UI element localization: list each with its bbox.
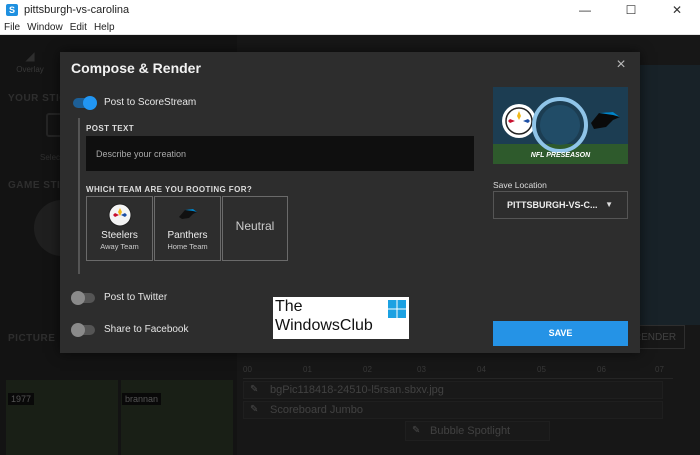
window-controls: — ☐ ✕ (562, 0, 700, 20)
watermark-line2: WindowsClub (275, 317, 373, 334)
indent-line (78, 118, 80, 274)
render-preview: NFL PRESEASON (493, 87, 628, 164)
watermark-line1: The (275, 298, 303, 315)
preview-caption: NFL PRESEASON (530, 152, 591, 159)
save-location-select[interactable]: PITTSBURGH-VS-C... ▼ (493, 191, 628, 219)
minimize-icon[interactable]: — (562, 0, 608, 20)
watermark-text: The WindowsClub (275, 297, 373, 335)
menu-file[interactable]: File (4, 22, 20, 33)
team-role: Home Team (167, 242, 208, 251)
steelers-logo-icon (108, 203, 131, 227)
menu-help[interactable]: Help (94, 22, 115, 33)
dialog-title: Compose & Render (71, 60, 201, 76)
title-bar: S pittsburgh-vs-carolina — ☐ ✕ (0, 0, 700, 20)
team-neutral-button[interactable]: Neutral (222, 196, 288, 261)
facebook-toggle[interactable] (71, 323, 95, 337)
scorestream-toggle[interactable] (73, 96, 97, 110)
team-name: Steelers (101, 230, 138, 241)
menu-edit[interactable]: Edit (70, 22, 87, 33)
menu-window[interactable]: Window (27, 22, 63, 33)
team-role: Away Team (100, 242, 139, 251)
facebook-label: Share to Facebook (104, 324, 189, 335)
save-location-value: PITTSBURGH-VS-C... (507, 200, 598, 210)
window-title: pittsburgh-vs-carolina (24, 4, 130, 16)
twitter-toggle[interactable] (71, 291, 95, 305)
rooting-label: WHICH TEAM ARE YOU ROOTING FOR? (86, 185, 253, 194)
close-icon[interactable]: × (612, 56, 630, 74)
maximize-icon[interactable]: ☐ (608, 0, 654, 20)
windows-logo-icon (388, 300, 406, 318)
scorestream-label: Post to ScoreStream (104, 97, 197, 108)
team-name: Panthers (167, 230, 208, 241)
close-window-icon[interactable]: ✕ (654, 0, 700, 20)
chevron-down-icon: ▼ (605, 200, 613, 209)
post-text-label: POST TEXT (86, 124, 135, 133)
toggle-knob (71, 291, 85, 305)
panthers-logo-icon (178, 209, 197, 219)
neutral-label: Neutral (235, 219, 275, 233)
twitter-label: Post to Twitter (104, 292, 168, 303)
team-panthers-button[interactable]: Panthers Home Team (154, 196, 221, 261)
save-button[interactable]: SAVE (493, 321, 628, 346)
toggle-knob (71, 323, 85, 337)
post-text-input[interactable] (86, 136, 474, 171)
menu-bar: File Window Edit Help (0, 20, 700, 35)
watermark-logo: The WindowsClub (273, 297, 409, 339)
app-icon: S (6, 4, 18, 16)
team-steelers-button[interactable]: Steelers Away Team (86, 196, 153, 261)
save-location-label: Save Location (493, 180, 547, 190)
toggle-knob (83, 96, 97, 110)
